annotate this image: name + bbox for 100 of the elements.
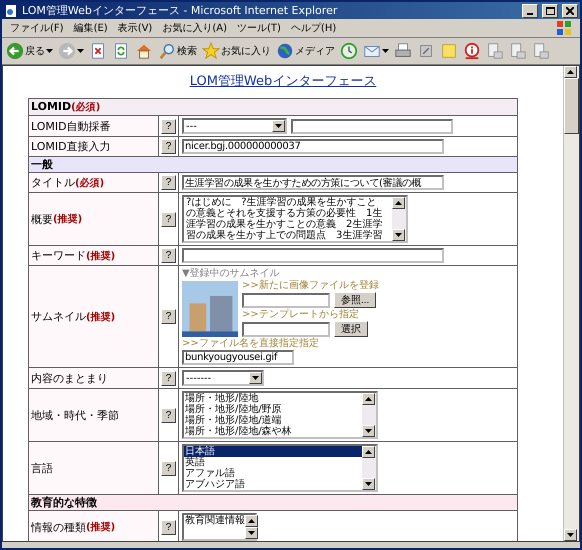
home-icon [135,42,153,60]
windows-flag-icon [556,20,572,36]
list-option[interactable]: 場所・地形/陸地/森や林 [184,426,362,437]
menu-item[interactable]: 表示(V) [118,21,152,35]
close-button[interactable] [562,4,578,18]
scrollbar[interactable] [563,66,579,541]
list-box[interactable]: 場所・地形/陸地 場所・地形/陸地/野原 場所・地形/陸地/道端 場所・地形/陸地/森や林 [182,391,378,439]
search-icon [158,42,176,60]
dropdown[interactable]: --- [182,118,287,134]
window-title: LOM管理Webインターフェース - Microsoft Internet Explorer [22,3,338,18]
note-icon [440,42,458,60]
thumbnail-caption: ▼登録中のサムネイル [182,268,280,279]
star-icon [202,42,220,60]
toolbar-button[interactable]: お気に入り [201,42,272,60]
list-box[interactable]: 日本語 英語 アファル語 アブハジア語 [182,444,378,492]
scroll-up-button[interactable] [564,66,577,78]
field-label: タイトル(必須) [29,173,159,193]
printer-icon [394,42,412,60]
browse-button[interactable]: 参照... [334,292,376,308]
field-label: 情報の種類(推奨) [29,511,159,541]
stop-icon [89,42,107,60]
text-field[interactable] [182,248,444,263]
help-button[interactable]: ? [161,520,176,534]
list-option[interactable]: 教育関連情報 [184,515,245,526]
info-icon [463,42,481,60]
list-box[interactable]: 教育関連情報 [182,513,257,541]
refresh-icon [112,42,130,60]
dropdown[interactable]: ------- [182,370,264,386]
upload-image-link[interactable]: >>新たに画像ファイルを登録 [242,280,379,291]
dropdown-arrow-button[interactable] [392,229,405,241]
file-name-link[interactable]: >>ファイル名を直接指定指定 [182,338,319,349]
toolbar-icon-button[interactable] [393,42,413,60]
text-area[interactable]: ?はじめに ?生涯学習の成果を生かすこと の意義とそれを支援する方策の必要性 1生 涯学習の成果を生かすことの意義 2生涯学 習の成果を生かす上での問題点 3生涯学習 [182,195,408,243]
dropdown-arrow-button[interactable] [564,529,577,541]
help-button[interactable]: ? [161,118,176,134]
scroll-up-button[interactable] [362,446,375,458]
menu-item[interactable]: ファイル(F) [10,21,64,35]
dropdown-arrow-button[interactable] [362,425,375,437]
help-button[interactable]: ? [161,175,176,190]
scrollbar-thumb[interactable] [564,78,579,134]
help-button[interactable]: ? [161,370,176,386]
scroll-up-button[interactable] [392,197,405,209]
caret-icon [252,376,259,380]
help-button[interactable]: ? [161,408,176,422]
list-option[interactable]: 日本語 [184,446,362,457]
template-link[interactable]: >>テンプレートから指定 [242,309,379,320]
file-field[interactable] [242,292,330,308]
menu-item[interactable]: 編集(E) [74,21,108,35]
history-icon [340,42,358,60]
dropdown-arrow-button[interactable] [272,120,285,132]
list-option[interactable]: 場所・地形/陸地/野原 [184,404,362,415]
scroll-up-button[interactable] [245,515,258,527]
select-button[interactable]: 選択 [334,321,368,337]
list-option[interactable]: 場所・地形/陸地 [184,393,362,404]
field-label: 地域・時代・季節 [29,389,159,442]
menu-item[interactable]: お気に入り(A) [162,21,227,35]
list-option[interactable]: 英語 [184,457,362,468]
caret-icon [567,533,574,537]
file-name-field[interactable]: bunkyougyousei.gif [182,350,294,365]
help-button[interactable]: ? [161,248,176,263]
field-label: LOMID自動採番 [29,116,159,137]
edit-icon [417,42,435,60]
list-option[interactable]: アファル語 [184,468,362,479]
maximize-button[interactable] [542,4,558,18]
page-title-link[interactable]: LOM管理Webインターフェース [190,72,376,90]
caret-icon [365,450,372,454]
page-icon [4,4,18,18]
template-field[interactable] [242,322,330,336]
dropdown-arrow-button[interactable] [245,527,258,539]
close-icon [566,6,574,14]
field-label: 内容のまとまり [29,368,159,389]
help-button[interactable]: ? [161,460,176,476]
help-button[interactable]: ? [161,139,176,154]
toolbar-icon-button[interactable] [57,42,85,60]
list-option[interactable]: アブハジア語 [184,479,362,490]
minimize-icon [527,12,533,14]
caret-icon [365,397,372,401]
toolbar-button[interactable]: 戻る [5,42,54,60]
building-thumbnail-drawing [182,280,238,336]
caret-icon [382,49,389,53]
minimize-button[interactable] [522,4,538,18]
dropdown-arrow-button[interactable] [362,478,375,490]
help-button[interactable]: ? [161,212,176,226]
text-field[interactable] [291,118,453,134]
menu-item[interactable]: ヘルプ(H) [290,21,336,35]
text-field[interactable]: nicer.bgj.000000000037 [182,139,444,154]
help-button[interactable]: ? [161,309,176,324]
text-field[interactable]: 生涯学習の成果を生かすための方策について(審議の概 [182,175,444,190]
list-option[interactable]: 場所・地形/陸地/道端 [184,415,362,426]
toolbar-button[interactable]: 検索 [157,42,198,60]
toolbar-button[interactable]: メディア [275,42,336,60]
caret-icon [275,124,282,128]
field-label: 概要(推奨) [29,193,159,246]
dropdown-arrow-button[interactable] [249,372,262,384]
document-icon [509,42,527,60]
field-label: サムネイル(推奨) [29,266,159,368]
scroll-up-button[interactable] [362,393,375,405]
caret-icon [395,233,402,237]
menu-item[interactable]: ツール(T) [237,21,281,35]
caret-icon [395,201,402,205]
